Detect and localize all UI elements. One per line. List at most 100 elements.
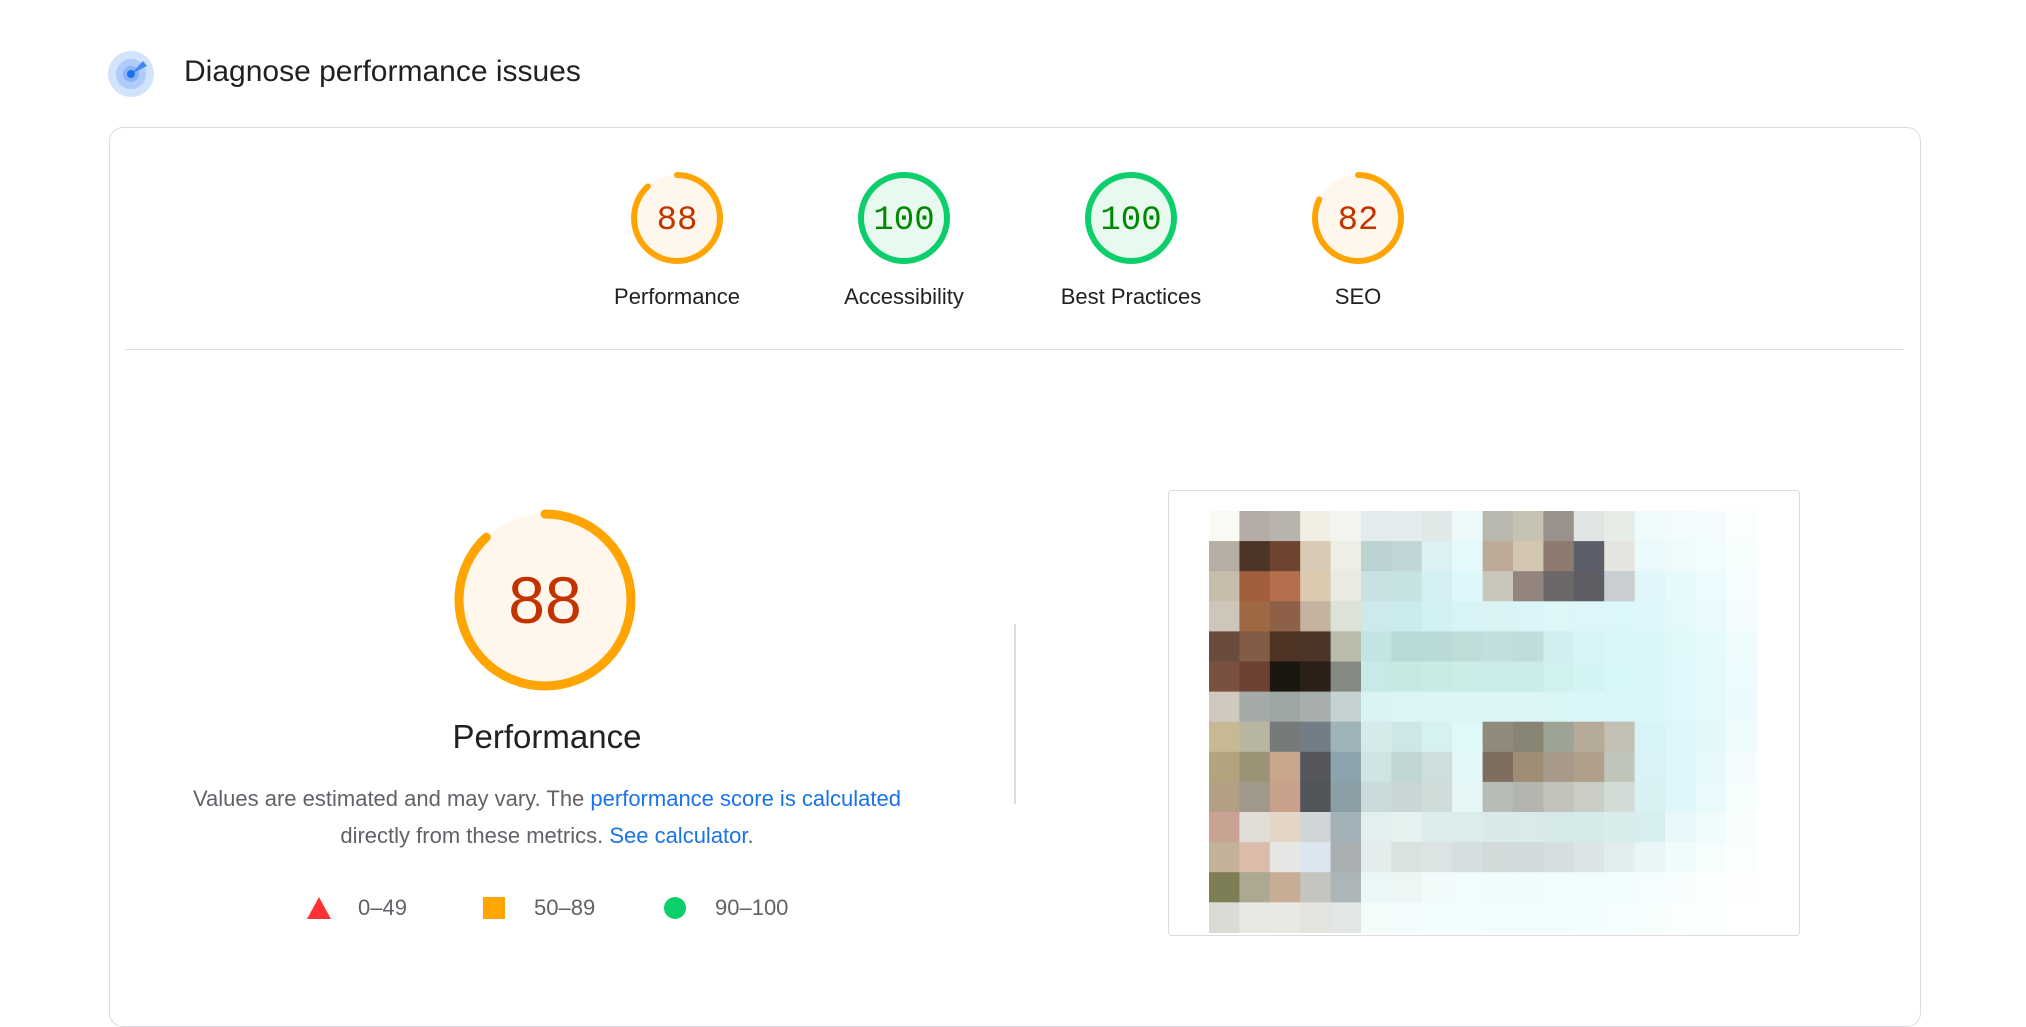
thumbnail-pixel <box>1300 691 1332 723</box>
gauge-label: Accessibility <box>844 284 964 309</box>
performance-title: Performance <box>452 718 642 755</box>
thumbnail-pixel <box>1361 721 1392 753</box>
triangle-icon <box>307 897 331 919</box>
thumbnail-pixel <box>1300 751 1332 783</box>
gauge-score: 100 <box>873 202 934 240</box>
thumbnail-pixel <box>1421 661 1453 693</box>
screenshot-thumbnail <box>1209 511 1757 933</box>
thumbnail-pixel <box>1543 781 1575 813</box>
thumbnail-pixel <box>1665 661 1696 693</box>
thumbnail-pixel <box>1513 541 1544 572</box>
thumbnail-pixel <box>1391 812 1423 843</box>
thumbnail-pixel <box>1391 541 1423 572</box>
thumbnail-pixel <box>1482 571 1514 602</box>
thumbnail-pixel <box>1452 541 1484 572</box>
thumbnail-pixel <box>1452 691 1484 723</box>
thumbnail-pixel <box>1665 571 1696 602</box>
thumbnail-pixel <box>1604 721 1636 753</box>
thumbnail-pixel <box>1573 541 1605 572</box>
thumbnail-pixel <box>1361 872 1392 903</box>
thumbnail-pixel <box>1604 541 1636 572</box>
thumbnail-pixel <box>1573 842 1605 873</box>
thumbnail-pixel <box>1421 511 1453 542</box>
thumbnail-pixel <box>1482 781 1514 813</box>
thumbnail-pixel <box>1573 812 1605 843</box>
thumbnail-pixel <box>1421 872 1453 903</box>
thumbnail-pixel <box>1361 902 1392 933</box>
thumbnail-pixel <box>1573 781 1605 813</box>
thumbnail-pixel <box>1482 541 1514 572</box>
thumbnail-pixel <box>1269 511 1301 542</box>
thumbnail-pixel <box>1665 812 1696 843</box>
thumbnail-pixel <box>1209 511 1240 542</box>
thumbnail-pixel <box>1482 631 1514 663</box>
gauge-accessibility[interactable]: 100 Accessibility <box>829 170 979 310</box>
gauge-ring: 100 <box>1085 172 1177 264</box>
thumbnail-pixel <box>1361 691 1392 723</box>
lighthouse-icon <box>108 51 154 97</box>
legend-range: 50–89 <box>534 895 596 920</box>
thumbnail-pixel <box>1665 601 1696 632</box>
thumbnail-pixel <box>1725 511 1757 542</box>
gauge-score: 100 <box>1100 202 1161 240</box>
thumbnail-pixel <box>1573 721 1605 753</box>
thumbnail-pixel <box>1543 751 1575 783</box>
gauge-seo[interactable]: 82 SEO <box>1283 170 1433 310</box>
gauge-label: Performance <box>614 284 740 309</box>
thumbnail-pixel <box>1269 631 1301 663</box>
thumbnail-pixel <box>1634 631 1666 663</box>
thumbnail-pixel <box>1421 631 1453 663</box>
thumbnail-pixel <box>1391 511 1423 542</box>
thumbnail-pixel <box>1513 511 1544 542</box>
thumbnail-pixel <box>1725 631 1757 663</box>
thumbnail-pixel <box>1300 872 1332 903</box>
thumbnail-pixel <box>1482 751 1514 783</box>
thumbnail-pixel <box>1543 691 1575 723</box>
thumbnail-pixel <box>1300 661 1332 693</box>
thumbnail-pixel <box>1330 751 1362 783</box>
thumbnail-pixel <box>1695 691 1727 723</box>
thumbnail-pixel <box>1269 571 1301 602</box>
thumbnail-pixel <box>1421 842 1453 873</box>
divider <box>125 349 1903 350</box>
thumbnail-pixel <box>1543 902 1575 933</box>
thumbnail-pixel <box>1695 812 1727 843</box>
thumbnail-pixel <box>1209 872 1240 903</box>
score-calculated-link[interactable]: performance score is calculated <box>590 786 901 811</box>
thumbnail-pixel <box>1725 781 1757 813</box>
thumbnail-pixel <box>1604 601 1636 632</box>
thumbnail-pixel <box>1634 541 1666 572</box>
thumbnail-pixel <box>1725 842 1757 873</box>
thumbnail-pixel <box>1269 781 1301 813</box>
thumbnail-pixel <box>1361 751 1392 783</box>
thumbnail-pixel <box>1239 872 1271 903</box>
gauge-performance[interactable]: 88 Performance <box>602 170 752 310</box>
thumbnail-pixel <box>1634 842 1666 873</box>
thumbnail-pixel <box>1725 601 1757 632</box>
thumbnail-pixel <box>1573 872 1605 903</box>
thumbnail-pixel <box>1543 872 1575 903</box>
square-icon <box>483 897 505 919</box>
thumbnail-pixel <box>1361 601 1392 632</box>
thumbnail-pixel <box>1634 812 1666 843</box>
legend-fail: 0–49 <box>306 893 407 923</box>
thumbnail-pixel <box>1209 812 1240 843</box>
thumbnail-pixel <box>1695 872 1727 903</box>
thumbnail-pixel <box>1300 631 1332 663</box>
thumbnail-pixel <box>1391 631 1423 663</box>
thumbnail-pixel <box>1209 902 1240 933</box>
gauge-label: Best Practices <box>1060 284 1202 309</box>
thumbnail-pixel <box>1330 511 1362 542</box>
thumbnail-pixel <box>1300 511 1332 542</box>
thumbnail-pixel <box>1482 902 1514 933</box>
thumbnail-pixel <box>1725 751 1757 783</box>
gauge-best-practices[interactable]: 100 Best Practices <box>1056 170 1206 310</box>
final-screenshot[interactable] <box>1168 490 1800 936</box>
thumbnail-pixel <box>1513 902 1544 933</box>
see-calculator-link[interactable]: See calculator <box>609 823 747 848</box>
thumbnail-pixel <box>1421 751 1453 783</box>
thumbnail-pixel <box>1725 541 1757 572</box>
legend-range: 0–49 <box>358 895 407 920</box>
thumbnail-pixel <box>1239 691 1271 723</box>
thumbnail-pixel <box>1269 751 1301 783</box>
